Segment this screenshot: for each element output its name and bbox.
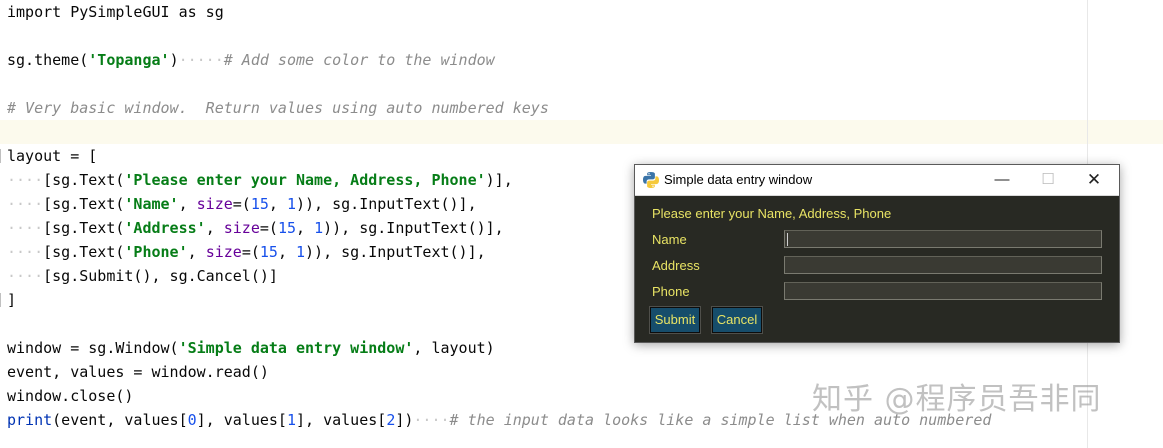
code-token: ], values[ xyxy=(296,411,387,429)
code-token: , xyxy=(205,219,224,237)
code-token: size xyxy=(223,219,260,237)
maximize-button[interactable]: ☐ xyxy=(1025,165,1071,195)
code-token: =( xyxy=(259,219,278,237)
code-token: ···· xyxy=(413,411,450,429)
code-token: [sg.Text( xyxy=(43,171,125,189)
code-token: 2 xyxy=(386,411,396,429)
code-line: ····[sg.Text('Phone', size=(15, 1)), sg.… xyxy=(7,240,486,264)
code-line: ] xyxy=(7,288,16,312)
code-token: , xyxy=(178,195,197,213)
name-input[interactable] xyxy=(784,230,1102,248)
code-token: )), sg.InputText()], xyxy=(305,243,486,261)
code-line: # Very basic window. Return values using… xyxy=(7,96,549,120)
code-token: 'Address' xyxy=(124,219,206,237)
code-token: 1 xyxy=(286,411,296,429)
code-token: ) xyxy=(169,51,179,69)
code-token: size xyxy=(205,243,242,261)
fold-marker-close[interactable] xyxy=(0,293,4,307)
code-token: import PySimpleGUI as sg xyxy=(7,3,224,21)
code-token: 1 xyxy=(286,195,296,213)
code-line: sg.theme('Topanga')·····# Add some color… xyxy=(7,48,495,72)
prompt-text: Please enter your Name, Address, Phone xyxy=(652,206,892,221)
code-line: window.close() xyxy=(7,384,133,408)
code-token: [sg.Submit(), sg.Cancel()] xyxy=(43,267,278,285)
code-token: 1 xyxy=(314,219,324,237)
submit-button[interactable]: Submit xyxy=(649,306,701,334)
code-token: ], values[ xyxy=(196,411,287,429)
address-input[interactable] xyxy=(784,256,1102,274)
phone-label: Phone xyxy=(652,284,690,299)
code-token: print xyxy=(7,411,53,429)
cancel-button[interactable]: Cancel xyxy=(711,306,763,334)
text-cursor xyxy=(787,233,788,246)
code-line: layout = [ xyxy=(7,144,97,168)
window-title: Simple data entry window xyxy=(664,172,813,187)
code-line: import PySimpleGUI as sg xyxy=(7,0,224,24)
close-button[interactable]: ✕ xyxy=(1071,165,1117,195)
code-token: window.close() xyxy=(7,387,134,405)
code-line: ····[sg.Text('Address', size=(15, 1)), s… xyxy=(7,216,504,240)
code-token: 0 xyxy=(187,411,197,429)
code-token: [sg.Text( xyxy=(43,243,125,261)
fold-marker-open[interactable] xyxy=(0,149,4,163)
code-token: )), sg.InputText()], xyxy=(323,219,504,237)
python-logo-icon xyxy=(643,172,659,188)
watermark: 知乎 @程序员吾非同 xyxy=(812,382,1102,417)
code-token: ···· xyxy=(7,171,44,189)
code-token: event, values = window.read() xyxy=(7,363,269,381)
code-line: event, values = window.read() xyxy=(7,360,269,384)
code-token: =( xyxy=(241,243,260,261)
code-token: (event, values[ xyxy=(52,411,188,429)
code-line: ····[sg.Submit(), sg.Cancel()] xyxy=(7,264,278,288)
code-token: 15 xyxy=(277,219,296,237)
code-token: ···· xyxy=(7,243,44,261)
code-token: ] xyxy=(7,291,17,309)
code-token: 'Topanga' xyxy=(88,51,170,69)
code-token: , xyxy=(277,243,296,261)
phone-input[interactable] xyxy=(784,282,1102,300)
code-token: # Very basic window. Return values using… xyxy=(7,99,549,117)
code-token: =( xyxy=(232,195,251,213)
code-token: , xyxy=(268,195,287,213)
code-token: , layout) xyxy=(413,339,495,357)
code-token: size xyxy=(196,195,233,213)
code-token: ····· xyxy=(178,51,224,69)
pysimplegui-window: Simple data entry window — ☐ ✕ Please en… xyxy=(634,164,1120,343)
code-token: [sg.Text( xyxy=(43,219,125,237)
code-token: ···· xyxy=(7,267,44,285)
minimize-button[interactable]: — xyxy=(979,165,1025,195)
code-token: 'Name' xyxy=(124,195,179,213)
code-token: 'Phone' xyxy=(124,243,188,261)
code-token: window = sg.Window( xyxy=(7,339,179,357)
code-token: 'Simple data entry window' xyxy=(178,339,414,357)
code-token: 'Please enter your Name, Address, Phone' xyxy=(124,171,486,189)
code-token: )], xyxy=(485,171,513,189)
code-token: [sg.Text( xyxy=(43,195,125,213)
code-token: 15 xyxy=(250,195,269,213)
window-titlebar[interactable]: Simple data entry window — ☐ ✕ xyxy=(635,165,1119,196)
code-token: 15 xyxy=(259,243,278,261)
code-token: ]) xyxy=(395,411,414,429)
code-token: layout = [ xyxy=(7,147,98,165)
code-token: ···· xyxy=(7,219,44,237)
code-line: ····[sg.Text('Name', size=(15, 1)), sg.I… xyxy=(7,192,477,216)
code-line: window = sg.Window('Simple data entry wi… xyxy=(7,336,495,360)
code-token: # Add some color to the window xyxy=(223,51,495,69)
code-token: sg.theme( xyxy=(7,51,89,69)
name-label: Name xyxy=(652,232,687,247)
code-line: ····[sg.Text('Please enter your Name, Ad… xyxy=(7,168,513,192)
code-token: 1 xyxy=(296,243,306,261)
current-line-highlight xyxy=(0,120,1163,144)
code-token: ···· xyxy=(7,195,44,213)
address-label: Address xyxy=(652,258,700,273)
code-token: )), sg.InputText()], xyxy=(296,195,477,213)
code-token: , xyxy=(296,219,315,237)
code-token: , xyxy=(187,243,206,261)
